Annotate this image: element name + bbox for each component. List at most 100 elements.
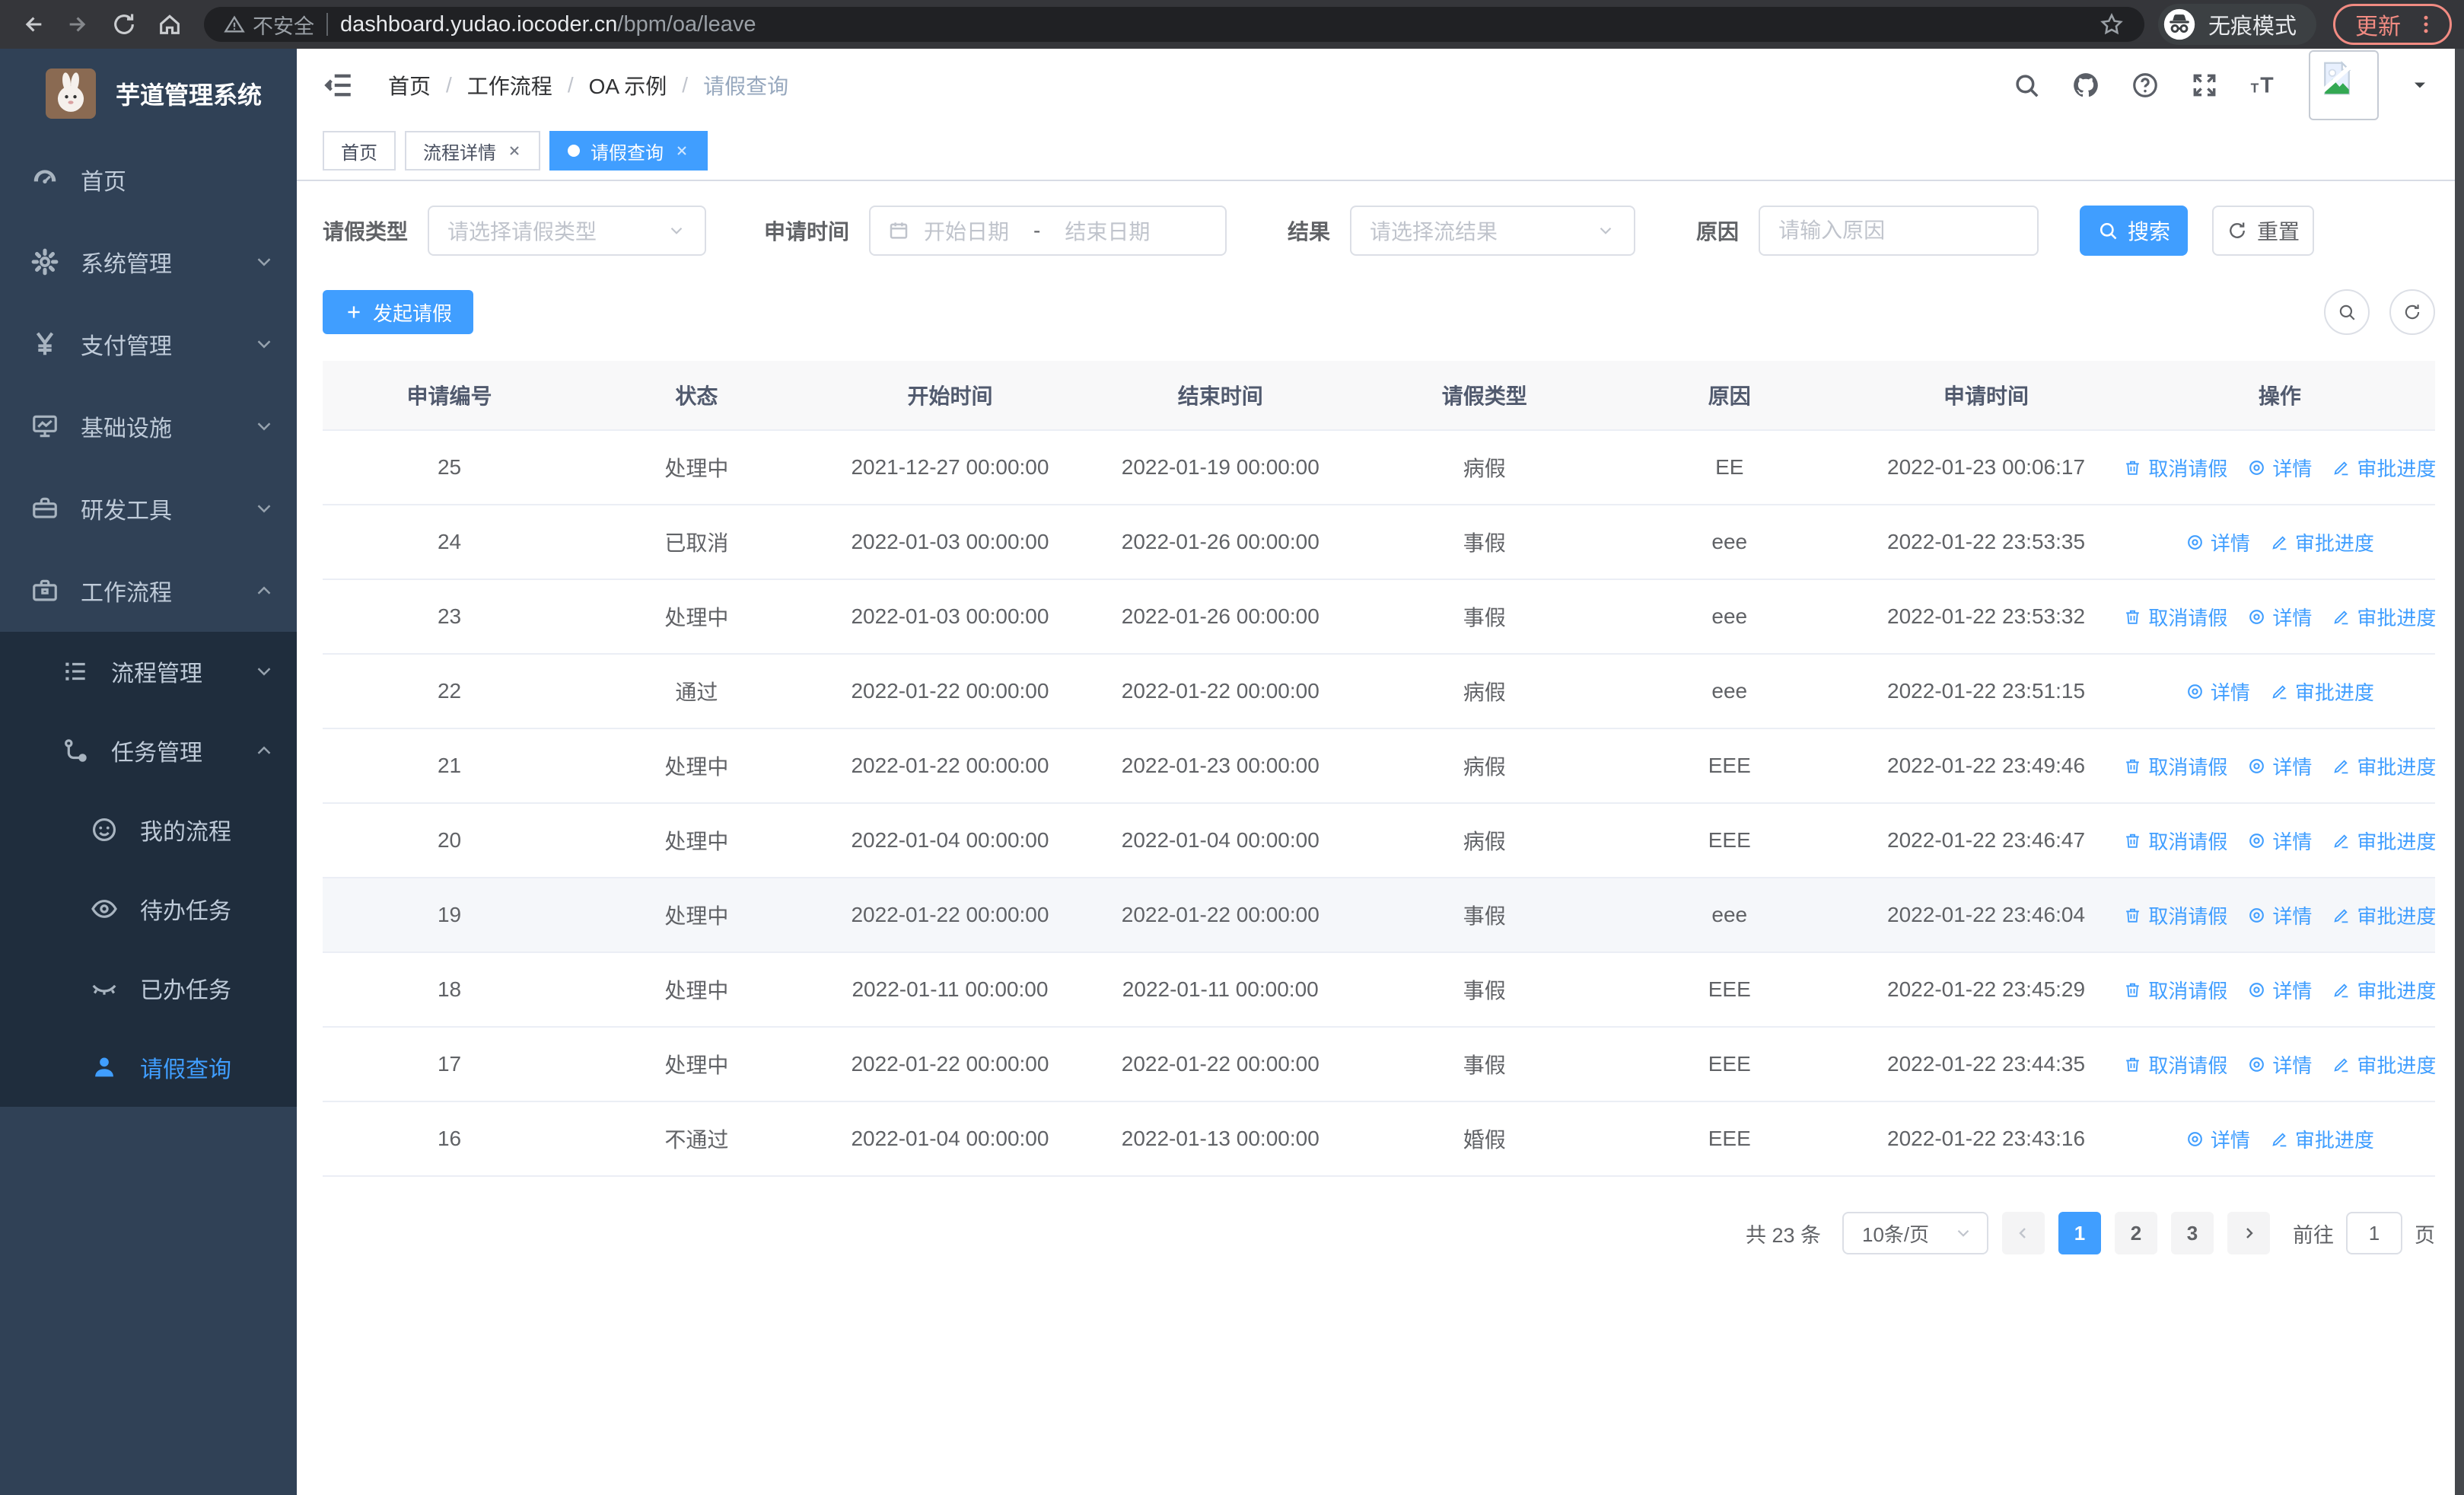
prev-page-button[interactable] xyxy=(2002,1212,2045,1254)
view-icon xyxy=(2249,907,2265,923)
result-select[interactable]: 请选择流结果 xyxy=(1350,206,1636,256)
cancel-leave-link[interactable]: 取消请假 xyxy=(2123,976,2227,1004)
approval-progress-link[interactable]: 审批进度 xyxy=(2270,1125,2374,1153)
not-secure-badge[interactable]: 不安全 xyxy=(224,10,314,40)
sidebar-item-label: 支付管理 xyxy=(81,334,172,359)
approval-progress-link[interactable]: 审批进度 xyxy=(2332,454,2436,482)
page-button-1[interactable]: 1 xyxy=(2058,1212,2101,1254)
breadcrumb-item[interactable]: OA 示例 xyxy=(589,70,667,100)
detail-link[interactable]: 详情 xyxy=(2247,603,2312,631)
tab-home[interactable]: 首页 xyxy=(323,131,396,171)
search-button[interactable]: 搜索 xyxy=(2080,206,2189,256)
search-icon[interactable] xyxy=(2012,71,2041,100)
main-area: 首页 / 工作流程 / OA 示例 / 请假查询 TT 首页 流程详情 请假查询… xyxy=(297,49,2464,1495)
sidebar-item-task-mgmt[interactable]: 任务管理 xyxy=(0,711,297,790)
approval-progress-link[interactable]: 审批进度 xyxy=(2332,901,2436,929)
cancel-leave-link[interactable]: 取消请假 xyxy=(2123,827,2227,855)
refresh-table-button[interactable] xyxy=(2389,289,2435,335)
detail-link[interactable]: 详情 xyxy=(2247,901,2312,929)
sidebar-item-system[interactable]: 系统管理 xyxy=(0,221,297,303)
sidebar-item-leave-query[interactable]: 请假查询 xyxy=(0,1028,297,1107)
approval-progress-link[interactable]: 审批进度 xyxy=(2332,976,2436,1004)
detail-link[interactable]: 详情 xyxy=(2247,1050,2312,1079)
help-icon[interactable] xyxy=(2131,71,2160,100)
sidebar-item-done-tasks[interactable]: 已办任务 xyxy=(0,948,297,1028)
approval-progress-link[interactable]: 审批进度 xyxy=(2270,677,2374,706)
approval-progress-link[interactable]: 审批进度 xyxy=(2270,528,2374,556)
fullscreen-icon[interactable] xyxy=(2190,71,2219,100)
show-search-button[interactable] xyxy=(2324,289,2370,335)
app-title: 芋道管理系统 xyxy=(116,81,263,109)
cell-apply-id: 25 xyxy=(437,455,462,479)
sidebar-item-infra[interactable]: 基础设施 xyxy=(0,385,297,467)
trash-icon xyxy=(2126,610,2140,624)
cancel-leave-link[interactable]: 取消请假 xyxy=(2123,454,2227,482)
goto-page-input[interactable] xyxy=(2346,1212,2402,1254)
github-icon[interactable] xyxy=(2071,71,2100,100)
sidebar-fold-icon[interactable] xyxy=(323,69,355,101)
user-avatar[interactable] xyxy=(2309,50,2379,120)
back-icon[interactable] xyxy=(12,4,53,45)
sidebar-item-process-mgmt[interactable]: 流程管理 xyxy=(0,632,297,711)
detail-link[interactable]: 详情 xyxy=(2185,528,2250,556)
range-separator: - xyxy=(1033,218,1041,242)
page-button-2[interactable]: 2 xyxy=(2115,1212,2157,1254)
sidebar-item-payment[interactable]: 支付管理 xyxy=(0,303,297,385)
eye-closed-icon xyxy=(90,974,119,1003)
detail-link[interactable]: 详情 xyxy=(2247,976,2312,1004)
caret-down-icon[interactable] xyxy=(2409,75,2431,96)
apply-time-range-picker[interactable]: 开始日期 - 结束日期 xyxy=(869,206,1227,256)
cell-operations: 取消请假 详情 审批进度 xyxy=(2123,603,2436,631)
cell-apply-id: 19 xyxy=(437,903,462,926)
leave-type-select[interactable]: 请选择请假类型 xyxy=(428,206,707,256)
detail-link[interactable]: 详情 xyxy=(2185,677,2250,706)
cell-reason: eee xyxy=(1711,530,1748,553)
sidebar-item-home[interactable]: 首页 xyxy=(0,139,297,221)
detail-link[interactable]: 详情 xyxy=(2247,454,2312,482)
tab-leave-query[interactable]: 请假查询 xyxy=(549,131,708,171)
tab-label: 请假查询 xyxy=(591,142,664,164)
page-size-select[interactable]: 10条/页 xyxy=(1842,1212,1988,1254)
reason-input[interactable] xyxy=(1759,206,2039,256)
update-button[interactable]: 更新 xyxy=(2333,4,2452,45)
font-size-icon[interactable]: TT xyxy=(2249,71,2278,100)
scrollbar[interactable] xyxy=(2455,49,2464,1495)
total-count: 共 23 条 xyxy=(1745,1223,1821,1247)
filter-label: 请假类型 xyxy=(323,220,409,244)
create-leave-button[interactable]: 发起请假 xyxy=(323,290,474,334)
reload-icon[interactable] xyxy=(103,4,145,45)
action-label: 详情 xyxy=(2272,755,2313,779)
forward-icon[interactable] xyxy=(58,4,99,45)
close-icon[interactable] xyxy=(507,143,522,158)
breadcrumb-item[interactable]: 首页 xyxy=(388,70,431,100)
kebab-menu-icon[interactable] xyxy=(2415,13,2437,36)
detail-link[interactable]: 详情 xyxy=(2247,752,2312,780)
close-icon[interactable] xyxy=(674,143,689,158)
cancel-leave-link[interactable]: 取消请假 xyxy=(2123,603,2227,631)
cell-start-time: 2021-12-27 00:00:00 xyxy=(851,455,1049,479)
approval-progress-link[interactable]: 审批进度 xyxy=(2332,752,2436,780)
next-page-button[interactable] xyxy=(2227,1212,2270,1254)
sidebar-item-todo-tasks[interactable]: 待办任务 xyxy=(0,869,297,948)
sidebar-item-workflow[interactable]: 工作流程 xyxy=(0,550,297,632)
tab-process-detail[interactable]: 流程详情 xyxy=(405,131,540,171)
detail-link[interactable]: 详情 xyxy=(2247,827,2312,855)
cancel-leave-link[interactable]: 取消请假 xyxy=(2123,901,2227,929)
approval-progress-link[interactable]: 审批进度 xyxy=(2332,1050,2436,1079)
sidebar-item-devtools[interactable]: 研发工具 xyxy=(0,467,297,550)
sidebar-item-my-process[interactable]: 我的流程 xyxy=(0,790,297,869)
home-icon[interactable] xyxy=(149,4,190,45)
view-icon xyxy=(2188,534,2202,550)
page-button-3[interactable]: 3 xyxy=(2171,1212,2214,1254)
reset-button[interactable]: 重置 xyxy=(2212,206,2315,256)
url-bar[interactable]: 不安全 dashboard.yudao.iocoder.cn/bpm/oa/le… xyxy=(204,7,2144,42)
detail-link[interactable]: 详情 xyxy=(2185,1125,2250,1153)
cancel-leave-link[interactable]: 取消请假 xyxy=(2123,1050,2227,1079)
bookmark-star-icon[interactable] xyxy=(2099,11,2125,37)
breadcrumb-item[interactable]: 工作流程 xyxy=(467,70,552,100)
cell-start-time: 2022-01-22 00:00:00 xyxy=(851,1052,1049,1076)
cancel-leave-link[interactable]: 取消请假 xyxy=(2123,752,2227,780)
eye-open-icon xyxy=(90,894,119,923)
approval-progress-link[interactable]: 审批进度 xyxy=(2332,603,2436,631)
approval-progress-link[interactable]: 审批进度 xyxy=(2332,827,2436,855)
